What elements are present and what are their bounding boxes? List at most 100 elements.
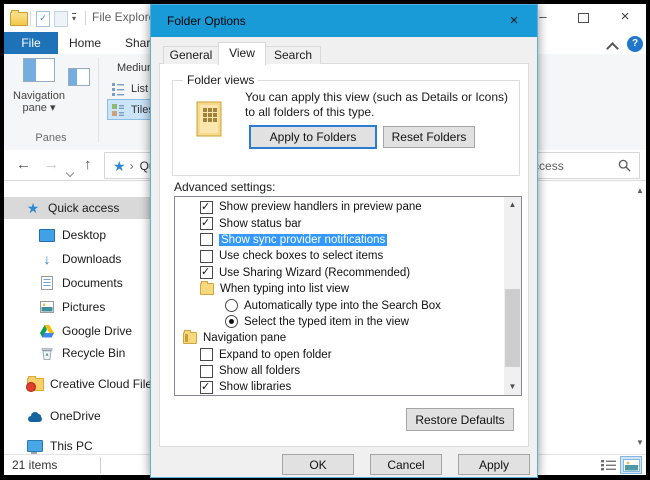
details-view-toggle-icon[interactable] — [598, 457, 618, 473]
picture-icon — [38, 299, 56, 315]
star-icon: ★ — [24, 200, 42, 216]
reset-folders-button[interactable]: Reset Folders — [383, 126, 475, 148]
advanced-settings-list[interactable]: Show preview handlers in preview pane Sh… — [174, 196, 522, 396]
back-icon[interactable]: ← — [16, 150, 31, 180]
recycle-bin-icon — [38, 345, 56, 361]
checkbox[interactable] — [200, 365, 213, 378]
setting-row[interactable]: Show status bar — [175, 215, 504, 231]
dialog-close-icon[interactable]: × — [499, 8, 529, 34]
setting-row-selected[interactable]: Show sync provider notifications — [175, 232, 504, 248]
onedrive-cloud-icon — [26, 408, 44, 424]
scroll-up-icon[interactable]: ▲ — [504, 197, 521, 213]
setting-row[interactable]: Use check boxes to select items — [175, 248, 504, 264]
setting-label: When typing into list view — [220, 283, 349, 295]
sidebar-item-label: Pictures — [62, 300, 105, 314]
scroll-down-icon[interactable]: ▼ — [633, 438, 647, 447]
maximize-icon — [578, 13, 589, 23]
setting-group-row[interactable]: Navigation pane — [175, 330, 504, 346]
list-scrollbar[interactable]: ▲ ▼ — [504, 197, 521, 395]
sidebar-item-label: Quick access — [48, 201, 119, 215]
setting-label: Use check boxes to select items — [219, 250, 383, 262]
checkbox[interactable] — [200, 250, 213, 263]
setting-row[interactable]: Show libraries — [175, 379, 504, 395]
chevron-up-icon — [606, 42, 619, 55]
checkbox[interactable] — [200, 233, 213, 246]
quick-access-toolbar-newfolder-icon[interactable] — [54, 11, 68, 27]
forward-icon[interactable]: → — [44, 150, 59, 180]
this-pc-icon — [26, 438, 44, 454]
sidebar-item-label: Downloads — [62, 252, 121, 266]
folder-icon — [200, 283, 214, 295]
tab-view[interactable]: View — [218, 42, 266, 65]
close-button[interactable]: × — [610, 6, 640, 28]
dialog-title: Folder Options — [167, 14, 246, 28]
sidebar-item-label: Desktop — [62, 228, 106, 242]
view-tab-page: Folder views You can apply this view (su… — [159, 63, 529, 447]
quick-access-toolbar-properties-icon[interactable]: ✓ — [36, 11, 50, 27]
divider — [30, 11, 31, 25]
setting-row[interactable]: Expand to open folder — [175, 347, 504, 363]
tab-search[interactable]: Search — [265, 46, 321, 64]
checkbox[interactable] — [200, 266, 213, 279]
maximize-button[interactable] — [568, 6, 598, 28]
thumbnail-view-toggle-icon[interactable] — [621, 457, 641, 473]
tab-file[interactable]: File — [4, 32, 58, 54]
apply-to-folders-button[interactable]: Apply to Folders — [249, 125, 377, 149]
explorer-logo-icon — [10, 12, 28, 26]
setting-group-row[interactable]: When typing into list view — [175, 281, 504, 297]
help-icon[interactable]: ? — [627, 36, 643, 52]
sidebar-item-quick-access[interactable]: ★ Quick access — [4, 197, 174, 219]
ribbon-group-divider — [98, 58, 99, 142]
setting-label: Show status bar — [219, 218, 301, 230]
view-option-label: List — [131, 83, 148, 95]
ok-button[interactable]: OK — [282, 454, 354, 475]
setting-row[interactable]: Show preview handlers in preview pane — [175, 199, 504, 215]
desktop-icon — [38, 227, 56, 243]
up-icon[interactable]: ↑ — [84, 150, 92, 180]
dropdown-caret-icon: ▾ — [50, 102, 56, 114]
sidebar-item-label: Recycle Bin — [62, 346, 125, 360]
sidebar-item-label: This PC — [50, 439, 93, 453]
radio-button[interactable] — [225, 315, 238, 328]
checkbox[interactable] — [200, 217, 213, 230]
recent-locations-icon[interactable] — [67, 163, 73, 181]
setting-row[interactable]: Select the typed item in the view — [175, 314, 504, 330]
tab-home[interactable]: Home — [57, 32, 113, 54]
quick-access-star-icon: ★ — [113, 159, 126, 173]
advanced-settings-label: Advanced settings: — [174, 180, 275, 194]
setting-row[interactable]: Show all folders — [175, 363, 504, 379]
navigation-pane-button[interactable]: Navigation pane ▾ — [10, 58, 68, 132]
tab-general[interactable]: General — [163, 46, 219, 64]
checkbox[interactable] — [200, 201, 213, 214]
cancel-button[interactable]: Cancel — [370, 454, 442, 475]
sidebar-item-label: Google Drive — [62, 324, 132, 338]
sidebar-item-label: OneDrive — [50, 409, 101, 423]
google-drive-icon — [38, 323, 56, 339]
preview-pane-button[interactable] — [68, 68, 90, 91]
scrollbar-thumb[interactable] — [505, 289, 520, 367]
navigation-pane-icon — [23, 58, 55, 82]
creative-cloud-folder-icon — [26, 376, 44, 392]
setting-label: Automatically type into the Search Box — [244, 300, 441, 312]
restore-defaults-button[interactable]: Restore Defaults — [406, 408, 514, 431]
customize-quick-access-toolbar-icon[interactable]: ▾ — [72, 13, 76, 23]
radio-button[interactable] — [225, 299, 238, 312]
folder-options-dialog: Folder Options × General View Search Fol… — [150, 4, 538, 478]
setting-label: Expand to open folder — [219, 349, 332, 361]
document-icon — [38, 275, 56, 291]
chevron-down-icon — [66, 169, 74, 177]
scroll-up-icon[interactable]: ▲ — [633, 186, 647, 195]
checkbox[interactable] — [200, 381, 213, 394]
checkbox[interactable] — [200, 348, 213, 361]
setting-row[interactable]: Use Sharing Wizard (Recommended) — [175, 265, 504, 281]
navigation-pane-icon — [183, 332, 197, 344]
scroll-down-icon[interactable]: ▼ — [504, 379, 521, 395]
search-icon[interactable] — [618, 159, 631, 172]
preview-pane-icon — [68, 68, 90, 86]
navigation-pane-label: Navigation pane — [13, 90, 65, 114]
panes-group-label: Panes — [4, 132, 98, 144]
setting-row[interactable]: Automatically type into the Search Box — [175, 297, 504, 313]
dialog-titlebar: Folder Options — [151, 5, 537, 37]
groupbox-legend: Folder views — [183, 73, 258, 87]
apply-button[interactable]: Apply — [458, 454, 530, 475]
